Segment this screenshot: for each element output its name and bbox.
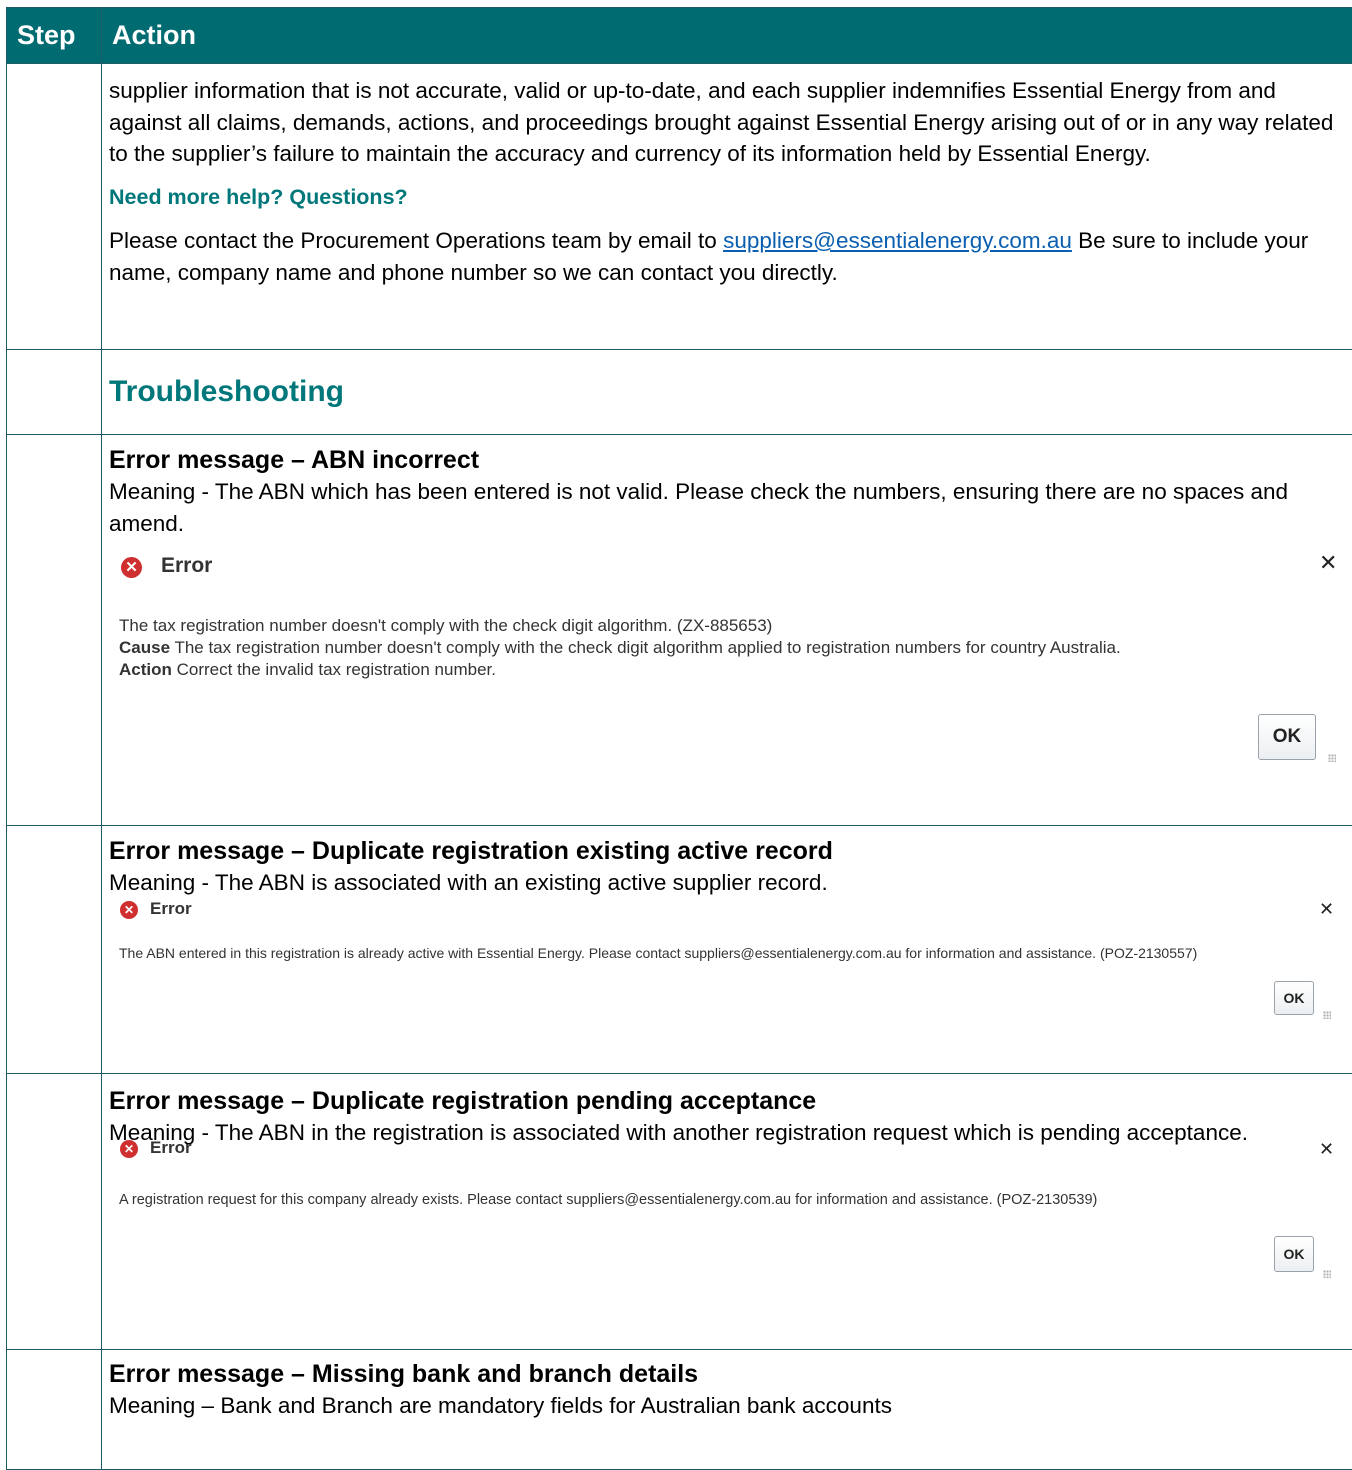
action-cell: Troubleshooting [102,350,1352,435]
close-icon[interactable]: ✕ [1319,1139,1334,1160]
indemnity-paragraph: supplier information that is not accurat… [109,75,1348,170]
step-cell [7,350,102,435]
error-circle-icon: ✕ [120,1140,138,1158]
resize-grip-icon [1323,1270,1331,1278]
dialog-message: The ABN entered in this registration is … [119,944,1197,962]
action-cell: Error message – Missing bank and branch … [102,1350,1352,1470]
action-label: Action [119,660,172,679]
dialog-title: Error [161,554,212,578]
ok-button[interactable]: OK [1274,1236,1314,1272]
dialog-cause-line: Cause The tax registration number doesn'… [119,637,1349,659]
action-text: Correct the invalid tax registration num… [172,660,496,679]
dialog-message-line: The tax registration number doesn't comp… [119,615,1349,637]
step-cell [7,1074,102,1350]
step-cell [7,64,102,350]
contact-text: Please contact the Procurement Operation… [109,228,723,253]
step-cell [7,826,102,1074]
close-icon[interactable]: ✕ [1319,899,1334,920]
table-row: Error message – ABN incorrect Meaning - … [7,435,1352,826]
table-row: Error message – Duplicate registration p… [7,1074,1352,1350]
header-step: Step [7,8,102,64]
resize-grip-icon [1323,1011,1331,1019]
procedure-table: Step Action supplier information that is… [6,7,1352,1470]
table-row: Troubleshooting [7,350,1352,435]
step-cell [7,435,102,826]
error-dialog-screenshot: ✕ Error ✕ The tax registration number do… [109,539,1352,825]
dialog-title: Error [150,899,192,919]
error-dialog-screenshot: ✕ Error ✕ A registration request for thi… [109,1140,1352,1310]
error-meaning: Meaning - The ABN is associated with an … [109,867,1348,899]
step-cell [7,1350,102,1470]
troubleshooting-heading: Troubleshooting [109,372,1348,412]
table-header-row: Step Action [7,8,1352,64]
ok-button[interactable]: OK [1258,714,1316,760]
error-circle-icon: ✕ [121,557,142,578]
support-email-link[interactable]: suppliers@essentialenergy.com.au [723,228,1072,253]
action-cell: Error message – ABN incorrect Meaning - … [102,435,1352,826]
error-dialog-screenshot: ✕ Error ✕ The ABN entered in this regist… [109,899,1352,1059]
dialog-message: A registration request for this company … [119,1191,1097,1209]
table-row: Error message – Duplicate registration e… [7,826,1352,1074]
error-title: Error message – Duplicate registration e… [109,836,1348,867]
table-row: supplier information that is not accurat… [7,64,1352,350]
cause-text: The tax registration number doesn't comp… [170,638,1121,657]
cause-label: Cause [119,638,170,657]
action-cell: Error message – Duplicate registration p… [102,1074,1352,1350]
header-action: Action [102,8,1352,64]
dialog-title: Error [150,1138,192,1158]
error-title: Error message – Duplicate registration p… [109,1086,1348,1117]
action-cell: Error message – Duplicate registration e… [102,826,1352,1074]
dialog-action-line: Action Correct the invalid tax registrat… [119,659,1349,681]
error-meaning: Meaning - The ABN which has been entered… [109,476,1348,539]
dialog-message: The tax registration number doesn't comp… [119,615,1349,681]
error-title: Error message – ABN incorrect [109,445,1348,476]
close-icon[interactable]: ✕ [1319,551,1337,576]
ok-button[interactable]: OK [1274,981,1314,1015]
action-cell: supplier information that is not accurat… [102,64,1352,350]
contact-paragraph: Please contact the Procurement Operation… [109,225,1348,288]
resize-grip-icon [1328,754,1336,762]
help-heading: Need more help? Questions? [109,182,1348,214]
error-title: Error message – Missing bank and branch … [109,1359,1348,1390]
error-meaning: Meaning – Bank and Branch are mandatory … [109,1390,1348,1422]
table-row: Error message – Missing bank and branch … [7,1350,1352,1470]
error-circle-icon: ✕ [120,901,138,919]
